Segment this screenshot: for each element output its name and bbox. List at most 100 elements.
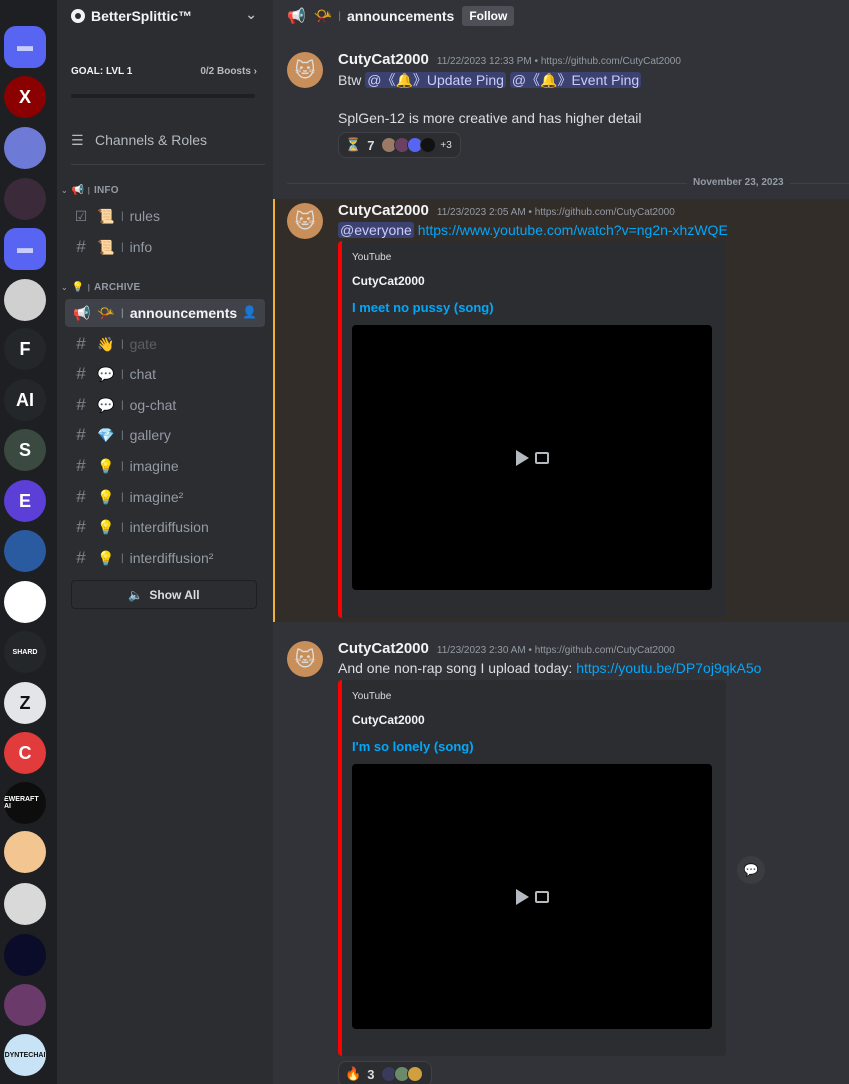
server-blue-icon[interactable] [4,530,46,572]
video-player[interactable] [352,764,712,1029]
server-dragon-icon[interactable] [4,279,46,321]
server-c-icon[interactable]: C [4,732,46,774]
server-label: F [19,338,31,359]
boost-goal[interactable]: GOAL: LVL 1 0/2 Boosts › [71,66,257,77]
everyone-mention[interactable]: @everyone [338,222,414,238]
boost-progress-bar [71,94,255,98]
channel-imagine-2[interactable]: # 💡 | imagine² [65,483,265,511]
video-player[interactable] [352,325,712,590]
server-f-icon[interactable]: F [4,328,46,370]
server-lotus-icon[interactable] [4,984,46,1026]
hash-icon: # [76,456,86,475]
channel-chat[interactable]: # 💬 | chat [65,360,265,388]
message[interactable]: 🐱 CutyCat2000 11/22/2023 12:33 PM • http… [273,44,849,164]
reaction[interactable]: 🔥 3 [338,1061,433,1084]
server-piermark-icon[interactable] [4,934,46,976]
role-mention-update-ping[interactable]: @《🔔》Update Ping [365,72,506,88]
reactions: ⏳ 7 +3 [338,132,461,158]
channels-roles-icon: ☰ [71,131,84,148]
channel-interdiffusion[interactable]: # 💡 | interdiffusion [65,513,265,541]
channel-gallery[interactable]: # 💎 | gallery [65,421,265,449]
server-label: C [18,742,32,763]
message[interactable]: 🐱 CutyCat2000 11/23/2023 2:30 AM • https… [273,637,849,1084]
play-icon[interactable] [515,449,529,466]
category-info[interactable]: ⌄ 📢 | INFO [61,181,119,199]
category-archive[interactable]: ⌄ 💡 | ARCHIVE [61,278,140,296]
channel-rules[interactable]: ☑ 📜 | rules [65,202,265,230]
timestamp: 11/23/2023 2:30 AM • https://github.com/… [436,645,675,656]
open-external-icon[interactable] [534,451,549,464]
server-s-icon[interactable]: S [4,429,46,471]
message-content: Btw @《🔔》Update Ping @《🔔》Event Ping [338,70,642,90]
open-external-icon[interactable] [534,890,549,903]
youtube-embed: YouTube CutyCat2000 I meet no pussy (son… [338,241,726,618]
server-hecker-ai-icon[interactable]: AI [4,379,46,421]
chat-area: 📢 📯 | announcements Follow 🐱 CutyCat2000… [273,0,849,1084]
avatar[interactable]: 🐱 [287,641,323,677]
message[interactable]: 🐱 CutyCat2000 11/23/2023 2:05 AM • https… [273,199,849,622]
avatar[interactable]: 🐱 [287,203,323,239]
embed-title[interactable]: I'm so lonely (song) [352,739,474,754]
server-eweraft-icon[interactable]: EWERAFT AI [4,782,46,824]
guild-header[interactable]: BetterSplittic™ ⌄ [57,0,273,32]
channel-label: chat [129,366,157,382]
embed-provider[interactable]: YouTube [352,252,391,263]
reaction[interactable]: ⏳ 7 +3 [338,132,461,158]
play-icon[interactable] [515,888,529,905]
author-name[interactable]: CutyCat2000 [338,51,429,68]
server-shark-icon[interactable] [4,581,46,623]
youtube-link[interactable]: https://youtu.be/DP7oj9qkA5o [576,660,761,676]
channel-imagine[interactable]: # 💡 | imagine [65,452,265,480]
server-splitics-icon[interactable]: X [4,76,46,118]
channel-emoji: 💡 [97,518,115,535]
server-rail: ▬ X ▬ F AI S E SHARD Z C EWERAFT AI DYNTECHAI [0,0,57,1084]
message-text: SplGen-12 is more creative and has highe… [338,110,642,126]
divider [71,164,265,165]
server-z-icon[interactable]: Z [4,682,46,724]
server-e-icon[interactable]: E [4,480,46,522]
channel-emoji: 📜 [97,207,115,224]
channel-label: gallery [129,427,171,443]
role-mention-event-ping[interactable]: @《🔔》Event Ping [509,72,642,88]
add-member-icon[interactable]: 👤 [242,305,257,319]
chevron-down-icon[interactable]: ⌄ [245,6,257,23]
channel-title: announcements [346,8,455,24]
author-name[interactable]: CutyCat2000 [338,202,429,219]
guild-icon [71,9,85,23]
channel-announcements[interactable]: 📢 📯 | announcements 👤 [65,299,265,327]
embed-author[interactable]: CutyCat2000 [352,713,425,727]
show-all-label: Show All [149,587,200,602]
channels-roles-button[interactable]: ☰ Channels & Roles [71,128,261,152]
embed-provider[interactable]: YouTube [352,691,391,702]
youtube-link[interactable]: https://www.youtube.com/watch?v=ng2n-xhz… [418,222,728,238]
channel-interdiffusion-2[interactable]: # 💡 | interdiffusion² [65,544,265,572]
embed-title[interactable]: I meet no pussy (song) [352,300,494,315]
server-shard-icon[interactable]: SHARD [4,631,46,673]
channel-info[interactable]: # 📜 | info [65,233,265,261]
reactor-avatar [407,1066,424,1082]
folder-2-icon[interactable]: ▬ [4,228,46,270]
channel-emoji: 💎 [97,426,115,443]
timestamp: 11/23/2023 2:05 AM • https://github.com/… [436,207,675,218]
server-star-icon[interactable] [4,883,46,925]
create-thread-icon[interactable]: 💬 [737,856,765,884]
server-skull-icon[interactable] [4,178,46,220]
server-openai-icon[interactable] [4,831,46,873]
show-all-button[interactable]: 🔈 Show All [71,580,257,609]
megaphone-icon: 📢 [71,184,85,196]
folder-icon: ▬ [17,38,33,55]
server-dyntechai-icon[interactable]: DYNTECHAI [4,1034,46,1076]
author-name[interactable]: CutyCat2000 [338,640,429,657]
channel-label: og-chat [129,397,177,413]
hash-icon: # [76,487,86,506]
follow-button[interactable]: Follow [462,6,515,26]
category-info-label: INFO [94,184,119,196]
avatar[interactable]: 🐱 [287,52,323,88]
server-avatar-girl-icon[interactable] [4,127,46,169]
hash-icon: # [76,395,86,414]
channel-og-chat[interactable]: # 💬 | og-chat [65,391,265,419]
channel-gate[interactable]: # 👋 | gate [65,330,265,358]
folder-icon[interactable]: ▬ [4,26,46,68]
embed-author[interactable]: CutyCat2000 [352,274,425,288]
date-label: November 23, 2023 [687,177,790,188]
